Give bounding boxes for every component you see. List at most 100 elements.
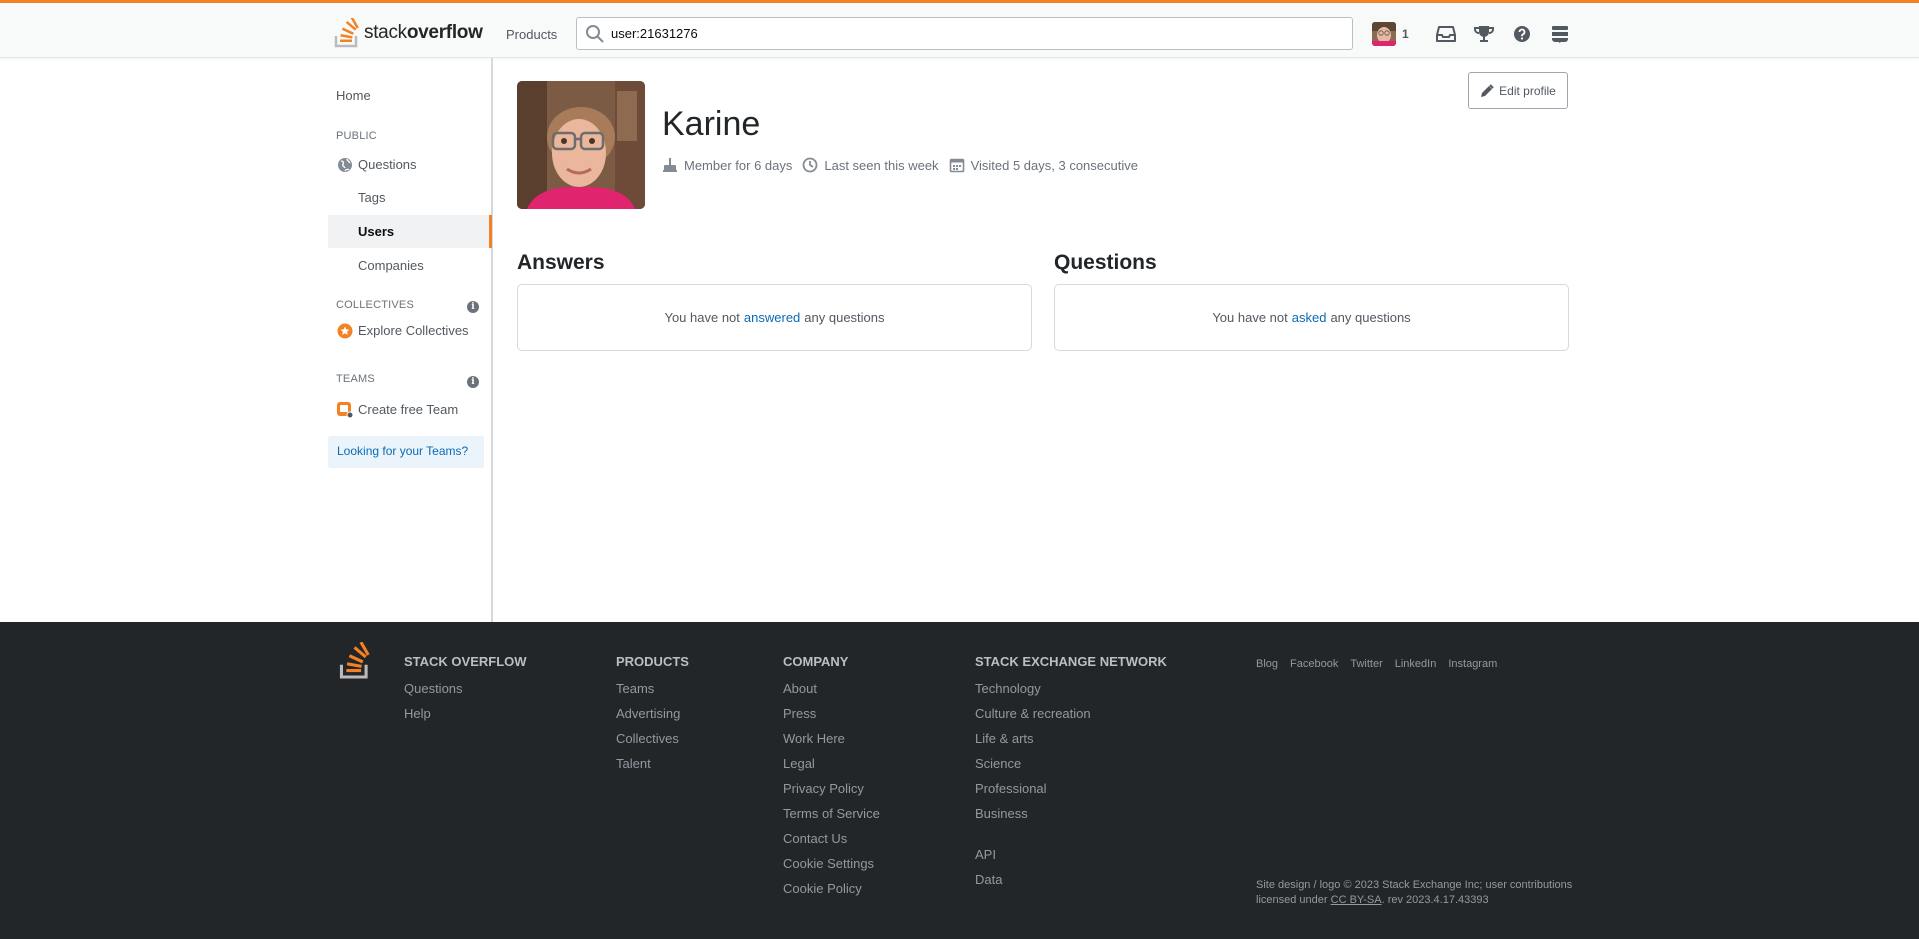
footer-link-life-arts[interactable]: Life & arts (975, 730, 1167, 755)
footer-link-cookie-policy[interactable]: Cookie Policy (783, 880, 880, 905)
profile-name: Karine (662, 105, 761, 143)
search-input[interactable] (611, 26, 1311, 41)
left-sidebar: Home PUBLIC Questions Tags Users Compani… (328, 58, 492, 622)
sidebar-item-create-team[interactable]: Create free Team (328, 393, 492, 426)
visited: Visited 5 days, 3 consecutive (949, 157, 1138, 173)
sidebar-item-label: Questions (358, 157, 417, 172)
achievements-button[interactable] (1465, 17, 1503, 50)
answers-title: Answers (517, 251, 605, 274)
stackoverflow-logo-icon (334, 18, 359, 48)
sidebar-item-home[interactable]: Home (336, 88, 371, 103)
globe-icon (336, 156, 354, 174)
cake-icon (663, 157, 677, 172)
edit-profile-button[interactable]: Edit profile (1468, 72, 1568, 109)
license-link[interactable]: CC BY-SA (1331, 894, 1382, 906)
footer-copyright: Site design / logo © 2023 Stack Exchange… (1256, 879, 1573, 906)
footer-heading: PRODUCTS (616, 654, 689, 669)
footer-link-work-here[interactable]: Work Here (783, 730, 880, 755)
sidebar-item-questions[interactable]: Questions (328, 148, 492, 181)
footer-link-data[interactable]: Data (975, 871, 1167, 896)
sidebar-item-users[interactable]: Users (328, 215, 492, 248)
pencil-icon (1481, 83, 1494, 97)
footer-heading: STACK EXCHANGE NETWORK (975, 654, 1167, 669)
stackoverflow-logo[interactable]: stackoverflow (334, 16, 483, 50)
inbox-button[interactable] (1427, 17, 1465, 50)
footer-col-company: COMPANY About Press Work Here Legal Priv… (783, 654, 880, 905)
asked-link[interactable]: asked (1292, 310, 1327, 325)
footer-link-teams[interactable]: Teams (616, 680, 689, 705)
footer-link-privacy-policy[interactable]: Privacy Policy (783, 780, 880, 805)
footer-link-terms-of-service[interactable]: Terms of Service (783, 805, 880, 830)
footer-link-questions[interactable]: Questions (404, 680, 527, 705)
questions-title: Questions (1054, 251, 1157, 274)
teams-info-icon[interactable]: i (467, 376, 479, 388)
help-icon (1513, 25, 1530, 42)
sidebar-heading-public: PUBLIC (336, 130, 377, 142)
top-nav: 1 (1368, 17, 1579, 50)
profile-avatar (517, 81, 645, 209)
footer-col-products: PRODUCTS Teams Advertising Collectives T… (616, 654, 689, 780)
user-profile-link[interactable]: 1 (1368, 21, 1427, 46)
user-avatar (1372, 21, 1396, 46)
footer-link-talent[interactable]: Talent (616, 755, 689, 780)
footer-link-about[interactable]: About (783, 680, 880, 705)
footer-link-help[interactable]: Help (404, 705, 527, 730)
footer-link-api[interactable]: API (975, 846, 1167, 871)
footer-col-stackoverflow: STACK OVERFLOW Questions Help (404, 654, 527, 730)
footer-col-network: STACK EXCHANGE NETWORK Technology Cultur… (975, 654, 1167, 896)
footer-link-contact-us[interactable]: Contact Us (783, 830, 880, 855)
footer-link-science[interactable]: Science (975, 755, 1167, 780)
footer-link-cookie-settings[interactable]: Cookie Settings (783, 855, 880, 880)
footer-gap (975, 830, 1167, 846)
sidebar-item-tags[interactable]: Tags (328, 181, 492, 214)
products-menu[interactable]: Products (498, 21, 565, 48)
looking-for-teams-link[interactable]: Looking for your Teams? (328, 436, 484, 468)
site-footer: STACK OVERFLOW Questions Help PRODUCTS T… (0, 622, 1919, 939)
footer-link-blog[interactable]: Blog (1256, 658, 1278, 670)
inbox-icon (1435, 25, 1456, 42)
footer-heading: COMPANY (783, 654, 849, 669)
footer-link-professional[interactable]: Professional (975, 780, 1167, 805)
questions-empty-state: You have not asked any questions (1054, 284, 1569, 351)
footer-link-advertising[interactable]: Advertising (616, 705, 689, 730)
sidebar-item-label: Explore Collectives (358, 323, 469, 338)
reputation-count: 1 (1402, 26, 1409, 41)
answers-empty-state: You have not answered any questions (517, 284, 1032, 351)
sidebar-item-explore-collectives[interactable]: Explore Collectives (328, 314, 492, 347)
collectives-icon (336, 322, 354, 340)
help-button[interactable] (1503, 17, 1541, 50)
sidebar-heading-collectives: COLLECTIVES (336, 299, 415, 311)
footer-link-twitter[interactable]: Twitter (1350, 658, 1382, 670)
sidebar-item-label: Create free Team (358, 402, 459, 417)
search-icon (586, 24, 604, 43)
site-switcher-button[interactable] (1541, 17, 1579, 50)
logo-text: stackoverflow (364, 22, 483, 43)
footer-link-business[interactable]: Business (975, 805, 1167, 830)
sidebar-heading-teams: TEAMS (336, 373, 375, 385)
footer-link-facebook[interactable]: Facebook (1290, 658, 1338, 670)
footer-link-technology[interactable]: Technology (975, 680, 1167, 705)
footer-heading: STACK OVERFLOW (404, 654, 527, 669)
footer-social-links: Blog Facebook Twitter LinkedIn Instagram (1256, 658, 1509, 670)
footer-logo[interactable] (339, 641, 371, 683)
search-box[interactable] (576, 17, 1353, 50)
trophy-icon (1473, 25, 1494, 42)
footer-link-press[interactable]: Press (783, 705, 880, 730)
footer-link-collectives[interactable]: Collectives (616, 730, 689, 755)
footer-link-linkedin[interactable]: LinkedIn (1395, 658, 1437, 670)
stack-exchange-icon (1551, 25, 1568, 43)
footer-link-culture-recreation[interactable]: Culture & recreation (975, 705, 1167, 730)
team-icon (336, 401, 354, 419)
footer-link-instagram[interactable]: Instagram (1448, 658, 1497, 670)
clock-icon (802, 157, 818, 173)
sidebar-divider (492, 58, 493, 622)
collectives-info-icon[interactable]: i (467, 301, 479, 313)
answered-link[interactable]: answered (744, 310, 800, 325)
top-bar: stackoverflow Products user:21631276 1 (0, 0, 1919, 58)
last-seen: Last seen this week (802, 157, 939, 173)
member-for: Member for 6 days (662, 157, 792, 173)
calendar-icon (949, 158, 964, 173)
footer-link-legal[interactable]: Legal (783, 755, 880, 780)
profile-meta: Member for 6 days Last seen this week Vi… (662, 157, 1148, 173)
sidebar-item-companies[interactable]: Companies (328, 249, 492, 282)
